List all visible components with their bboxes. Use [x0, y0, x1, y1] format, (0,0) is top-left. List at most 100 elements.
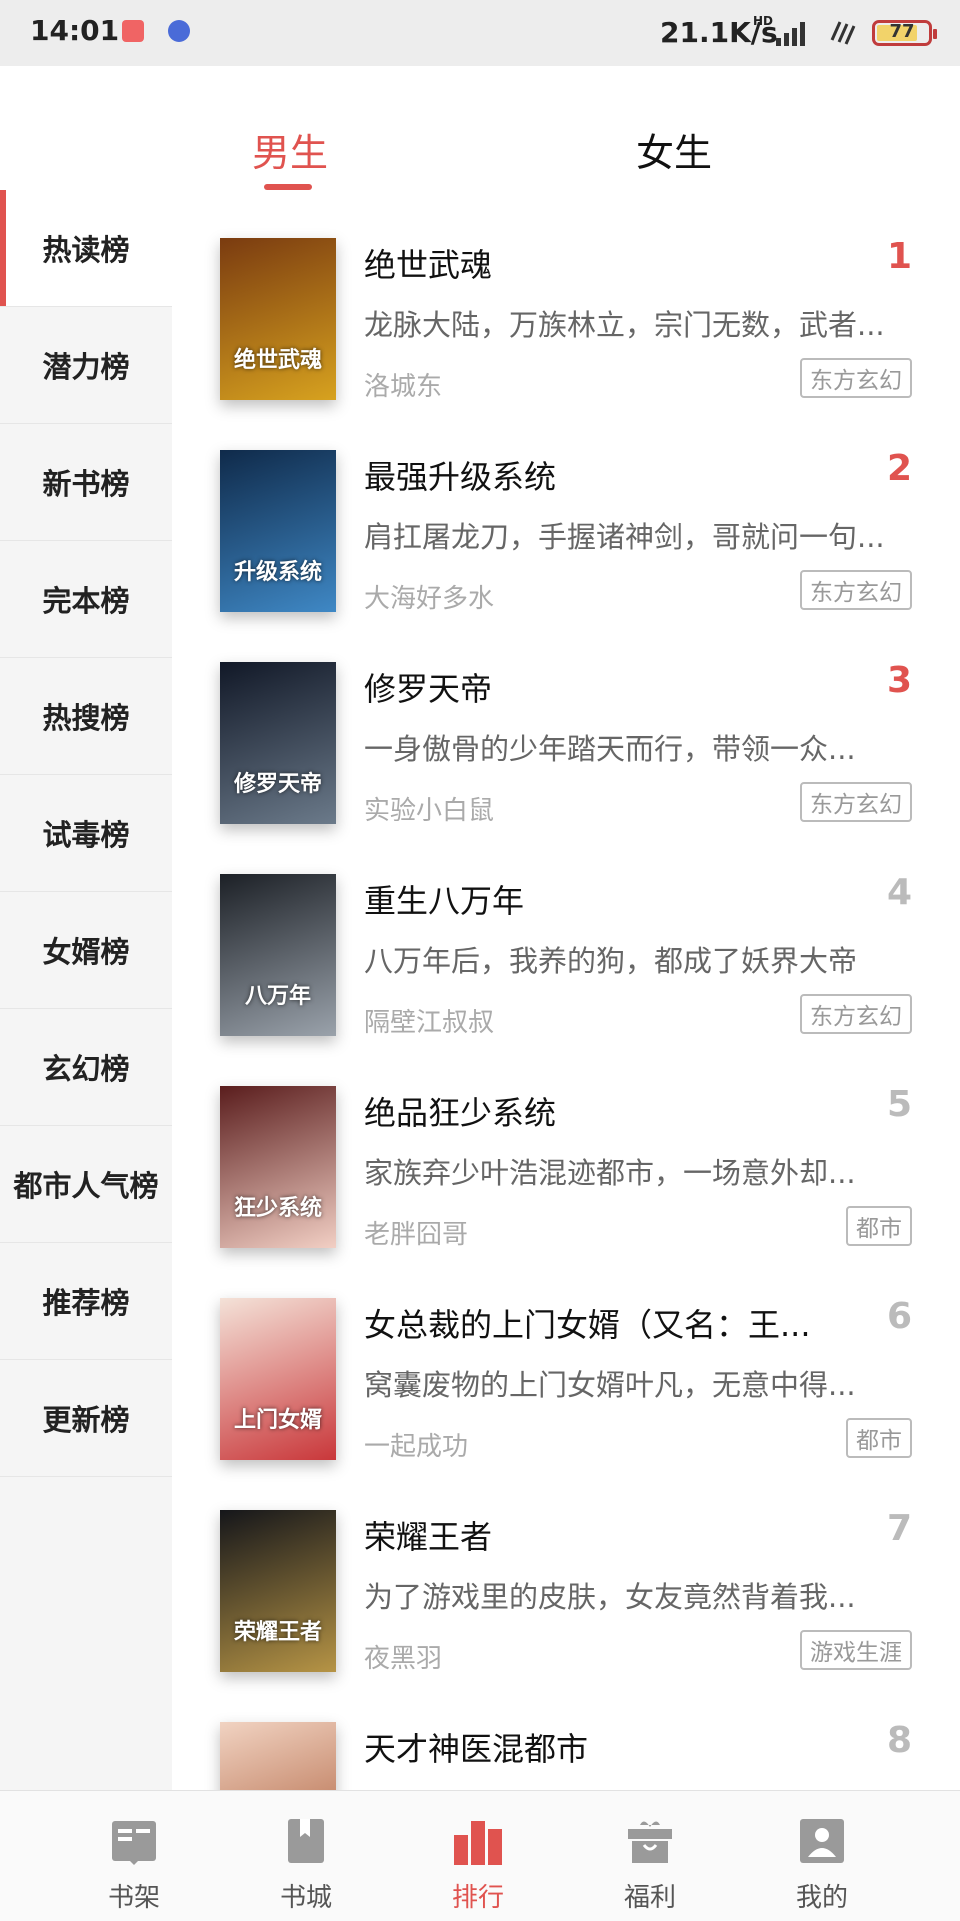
- hd-label: HD: [753, 14, 774, 28]
- book-description: 龙脉大陆，万族林立，宗门无数，武者...: [364, 308, 885, 342]
- book-author: 一起成功: [364, 1432, 469, 1462]
- book-list-item[interactable]: 天才神医混都市 8: [172, 1674, 960, 1790]
- sidebar-item-fantasy[interactable]: 玄幻榜: [0, 1009, 172, 1126]
- nav-label: 我的: [795, 1883, 848, 1913]
- rank-number: 8: [886, 1720, 912, 1761]
- genre-tag: 东方玄幻: [800, 994, 912, 1034]
- sidebar-item-label: 都市人气榜: [13, 1169, 159, 1203]
- sidebar-item-label: 热读榜: [42, 233, 130, 267]
- cover-title: 上门女婿: [233, 1408, 322, 1433]
- nav-label: 书架: [107, 1883, 160, 1913]
- book-author: 老胖囧哥: [364, 1220, 469, 1250]
- book-cover[interactable]: 升级系统: [220, 450, 336, 612]
- book-title[interactable]: 最强升级系统: [364, 452, 556, 498]
- sidebar-item-recommended[interactable]: 推荐榜: [0, 1243, 172, 1360]
- book-cover[interactable]: 荣耀王者: [220, 1510, 336, 1672]
- nav-bookstore[interactable]: 书城: [220, 1791, 392, 1921]
- tab-male[interactable]: 男生: [252, 122, 328, 177]
- sidebar-item-hot-read[interactable]: 热读榜: [0, 190, 172, 307]
- rank-number: 4: [886, 872, 912, 913]
- book-title[interactable]: 天才神医混都市: [364, 1724, 588, 1770]
- nav-bookshelf[interactable]: 书架: [48, 1791, 220, 1921]
- sidebar-item-label: 推荐榜: [42, 1286, 130, 1320]
- cover-title: 绝世武魂: [233, 348, 322, 373]
- sidebar-item-label: 女婿榜: [42, 935, 130, 969]
- sidebar-item-son-in-law[interactable]: 女婿榜: [0, 892, 172, 1009]
- rank-number: 2: [886, 448, 912, 489]
- app-notification-icon: [168, 20, 190, 42]
- book-author: 隔壁江叔叔: [364, 1008, 495, 1038]
- book-author: 夜黑羽: [364, 1644, 443, 1674]
- profile-icon: [800, 1819, 844, 1863]
- book-description: 为了游戏里的皮肤，女友竟然背着我...: [364, 1580, 856, 1614]
- signal-icon: [776, 20, 805, 46]
- book-list-item[interactable]: 狂少系统 绝品狂少系统 5 家族弃少叶浩混迹都市，一场意外却... 老胖囧哥 都…: [172, 1038, 960, 1250]
- sidebar-item-updated[interactable]: 更新榜: [0, 1360, 172, 1477]
- book-title[interactable]: 女总裁的上门女婿（又名：王...: [364, 1300, 811, 1346]
- book-list-item[interactable]: 荣耀王者 荣耀王者 7 为了游戏里的皮肤，女友竟然背着我... 夜黑羽 游戏生涯: [172, 1462, 960, 1674]
- status-time: 14:01: [30, 14, 120, 47]
- book-description: 家族弃少叶浩混迹都市，一场意外却...: [364, 1156, 856, 1190]
- sidebar-item-hot-search[interactable]: 热搜榜: [0, 658, 172, 775]
- book-list-item[interactable]: 修罗天帝 修罗天帝 3 一身傲骨的少年踏天而行，带领一众... 实验小白鼠 东方…: [172, 614, 960, 826]
- book-list-item[interactable]: 绝世武魂 绝世武魂 1 龙脉大陆，万族林立，宗门无数，武者... 洛城东 东方玄…: [172, 190, 960, 402]
- sidebar-item-potential[interactable]: 潜力榜: [0, 307, 172, 424]
- bottom-nav: 书架 书城 排行 福利 我的: [0, 1790, 960, 1921]
- cover-title: 荣耀王者: [233, 1620, 322, 1645]
- book-description: 窝囊废物的上门女婿叶凡，无意中得...: [364, 1368, 856, 1402]
- nav-label: 福利: [623, 1883, 676, 1913]
- bookshelf-icon: [112, 1821, 156, 1865]
- book-title[interactable]: 修罗天帝: [364, 664, 492, 710]
- book-title[interactable]: 绝世武魂: [364, 240, 492, 286]
- battery-icon: 77: [872, 20, 937, 46]
- book-description: 肩扛屠龙刀，手握诸神剑，哥就问一句...: [364, 520, 885, 554]
- nav-welfare[interactable]: 福利: [564, 1791, 736, 1921]
- book-cover[interactable]: 八万年: [220, 874, 336, 1036]
- gift-icon: [628, 1821, 672, 1863]
- book-cover[interactable]: 上门女婿: [220, 1298, 336, 1460]
- cover-title: 狂少系统: [233, 1196, 322, 1221]
- genre-tag: 游戏生涯: [800, 1630, 912, 1670]
- rank-number: 6: [886, 1296, 912, 1337]
- sidebar-item-label: 玄幻榜: [42, 1052, 130, 1086]
- book-list-item[interactable]: 升级系统 最强升级系统 2 肩扛屠龙刀，手握诸神剑，哥就问一句... 大海好多水…: [172, 402, 960, 614]
- genre-tag: 都市: [846, 1418, 912, 1458]
- cover-title: 八万年: [244, 984, 311, 1009]
- book-title[interactable]: 重生八万年: [364, 876, 524, 922]
- book-cover[interactable]: 绝世武魂: [220, 238, 336, 400]
- book-cover[interactable]: 狂少系统: [220, 1086, 336, 1248]
- ranking-sidebar: 热读榜 潜力榜 新书榜 完本榜 热搜榜 试毒榜 女婿榜 玄幻榜 都市人气榜 推荐…: [0, 190, 172, 1790]
- genre-tag: 东方玄幻: [800, 570, 912, 610]
- nav-profile[interactable]: 我的: [736, 1791, 908, 1921]
- book-list-item[interactable]: 上门女婿 女总裁的上门女婿（又名：王... 6 窝囊废物的上门女婿叶凡，无意中得…: [172, 1250, 960, 1462]
- sidebar-item-label: 新书榜: [42, 467, 130, 501]
- sidebar-item-completed[interactable]: 完本榜: [0, 541, 172, 658]
- notification-icon: [122, 20, 144, 42]
- sidebar-item-trial[interactable]: 试毒榜: [0, 775, 172, 892]
- sidebar-item-label: 更新榜: [42, 1403, 130, 1437]
- sidebar-item-new-books[interactable]: 新书榜: [0, 424, 172, 541]
- book-title[interactable]: 荣耀王者: [364, 1512, 492, 1558]
- tab-female[interactable]: 女生: [636, 122, 712, 177]
- book-title[interactable]: 绝品狂少系统: [364, 1088, 556, 1134]
- nav-label: 书城: [279, 1883, 332, 1913]
- battery-level: 77: [889, 21, 915, 42]
- genre-tag: 都市: [846, 1206, 912, 1246]
- book-cover[interactable]: [220, 1722, 336, 1790]
- sidebar-item-label: 完本榜: [42, 584, 130, 618]
- sidebar-item-label: 潜力榜: [42, 350, 130, 384]
- sidebar-item-label: 热搜榜: [42, 701, 130, 735]
- genre-tag: 东方玄幻: [800, 358, 912, 398]
- bookmark-book-icon: [288, 1819, 324, 1863]
- rank-number: 5: [886, 1084, 912, 1125]
- status-bar: 14:01 21.1K/s HD 77: [0, 0, 960, 66]
- nav-ranking[interactable]: 排行: [392, 1791, 564, 1921]
- book-description: 一身傲骨的少年踏天而行，带领一众...: [364, 732, 856, 766]
- book-list-item[interactable]: 八万年 重生八万年 4 八万年后，我养的狗，都成了妖界大帝 隔壁江叔叔 东方玄幻: [172, 826, 960, 1038]
- book-author: 洛城东: [364, 372, 443, 402]
- rank-number: 3: [886, 660, 912, 701]
- rank-number: 7: [886, 1508, 912, 1549]
- ranking-bars-icon: [454, 1821, 502, 1865]
- sidebar-item-urban-popular[interactable]: 都市人气榜: [0, 1126, 172, 1243]
- book-cover[interactable]: 修罗天帝: [220, 662, 336, 824]
